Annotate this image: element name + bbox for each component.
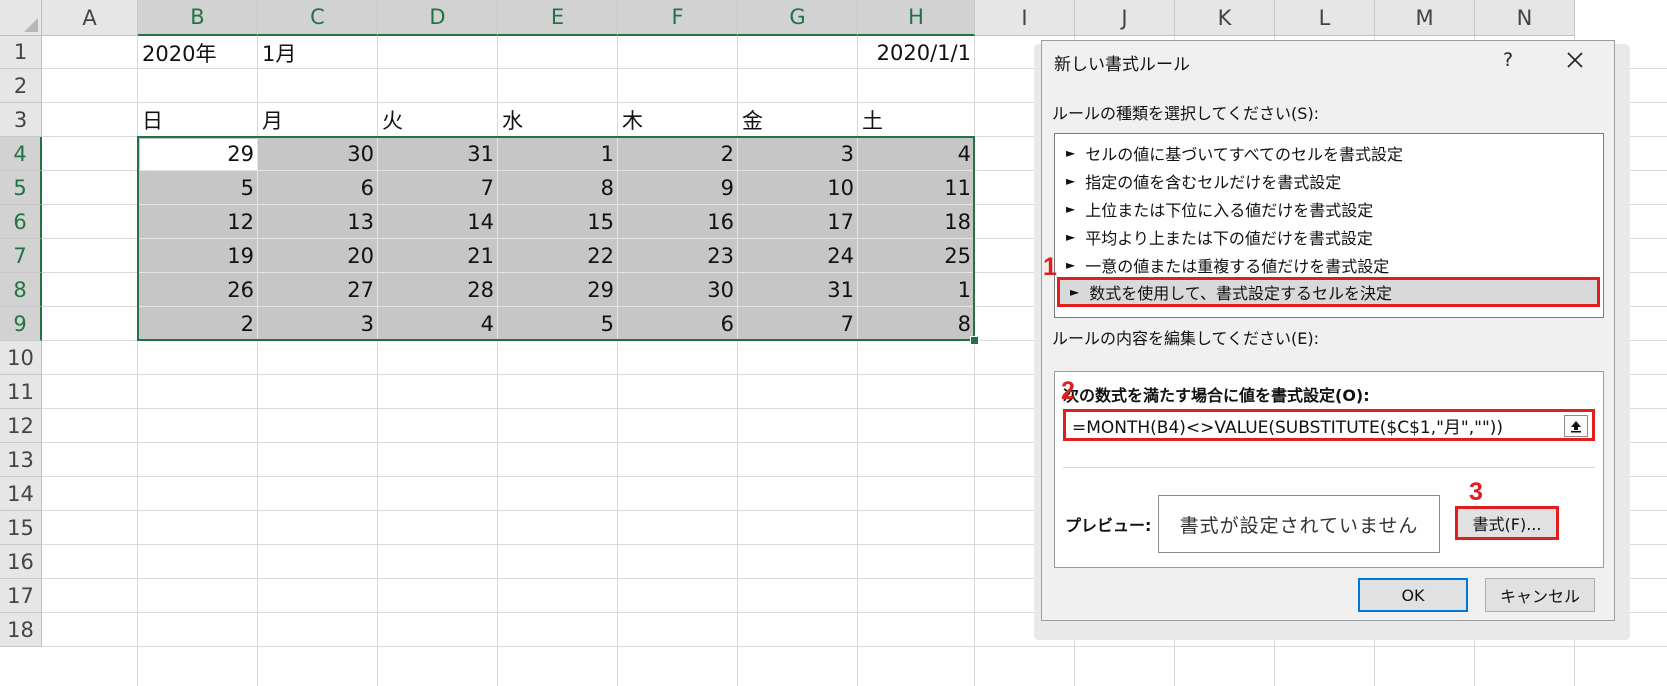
row-header-10[interactable]: 10 bbox=[0, 341, 42, 375]
row-header-3[interactable]: 3 bbox=[0, 103, 42, 137]
rule-arrow-icon: ► bbox=[1066, 202, 1076, 216]
rule-type-text: 一意の値または重複する値だけを書式設定 bbox=[1085, 257, 1390, 276]
weekday-cell[interactable]: 金 bbox=[738, 103, 858, 137]
preview-box: 書式が設定されていません bbox=[1158, 495, 1440, 553]
step-2-annotation: 2 bbox=[1061, 377, 1075, 405]
new-format-rule-dialog: 新しい書式ルール ? ルールの種類を選択してください(S): ► セルの値に基づい… bbox=[1041, 40, 1615, 621]
rule-type-list[interactable]: ► セルの値に基づいてすべてのセルを書式設定 ► 指定の値を含むセルだけを書式設定 ► 上… bbox=[1054, 133, 1604, 318]
rule-type-item[interactable]: ► 一意の値または重複する値だけを書式設定 bbox=[1056, 250, 1602, 280]
weekday-cell[interactable]: 土 bbox=[858, 103, 975, 137]
rule-type-text: 平均より上または下の値だけを書式設定 bbox=[1085, 229, 1373, 248]
weekday-cell[interactable]: 月 bbox=[258, 103, 378, 137]
column-header-i[interactable]: I bbox=[975, 0, 1075, 36]
column-header-l[interactable]: L bbox=[1275, 0, 1375, 36]
rule-type-item[interactable]: ► 平均より上または下の値だけを書式設定 bbox=[1056, 222, 1602, 252]
rule-arrow-icon: ► bbox=[1070, 285, 1080, 299]
weekday-cell[interactable]: 木 bbox=[618, 103, 738, 137]
selection-border bbox=[137, 136, 975, 341]
cell-c1[interactable]: 1月 bbox=[258, 36, 378, 69]
column-header-g[interactable]: G bbox=[738, 0, 858, 36]
column-header-f[interactable]: F bbox=[618, 0, 738, 36]
row-header-13[interactable]: 13 bbox=[0, 443, 42, 477]
cell-h1[interactable]: 2020/1/1 bbox=[855, 36, 975, 69]
weekday-cell[interactable]: 水 bbox=[498, 103, 618, 137]
formula-label: 次の数式を満たす場合に値を書式設定(O): bbox=[1063, 386, 1370, 405]
column-header-m[interactable]: M bbox=[1375, 0, 1475, 36]
row-header-8[interactable]: 8 bbox=[0, 273, 42, 307]
panel-separator bbox=[1063, 467, 1595, 468]
column-header-j[interactable]: J bbox=[1075, 0, 1175, 36]
collapse-dialog-icon[interactable] bbox=[1564, 415, 1588, 437]
rule-edit-panel: 次の数式を満たす場合に値を書式設定(O): =MONTH(B4)<>VALUE(… bbox=[1054, 371, 1604, 568]
weekday-cell[interactable]: 火 bbox=[378, 103, 498, 137]
column-header-c[interactable]: C bbox=[258, 0, 378, 36]
cancel-button[interactable]: キャンセル bbox=[1485, 578, 1595, 612]
select-all-triangle-icon bbox=[24, 18, 38, 32]
rule-arrow-icon: ► bbox=[1066, 258, 1076, 272]
cell-b1[interactable]: 2020年 bbox=[138, 36, 258, 69]
row-header-18[interactable]: 18 bbox=[0, 613, 42, 647]
row-header-7[interactable]: 7 bbox=[0, 239, 42, 273]
preview-label: プレビュー: bbox=[1065, 516, 1152, 535]
row-header-1[interactable]: 1 bbox=[0, 36, 42, 69]
formula-value: =MONTH(B4)<>VALUE(SUBSTITUTE($C$1,"月",""… bbox=[1072, 417, 1504, 438]
rule-type-label-text: ルールの種類を選択してください(S): bbox=[1052, 104, 1320, 123]
column-header-e[interactable]: E bbox=[498, 0, 618, 36]
close-icon[interactable] bbox=[1564, 49, 1586, 71]
row-header-6[interactable]: 6 bbox=[0, 205, 42, 239]
rule-arrow-icon: ► bbox=[1066, 174, 1076, 188]
column-header-b[interactable]: B bbox=[138, 0, 258, 36]
select-all-corner[interactable] bbox=[0, 0, 42, 36]
row-header-17[interactable]: 17 bbox=[0, 579, 42, 613]
edit-rule-label: ルールの内容を編集してください(E): bbox=[1052, 325, 1319, 349]
row-header-14[interactable]: 14 bbox=[0, 477, 42, 511]
ok-button[interactable]: OK bbox=[1358, 578, 1468, 612]
formula-input[interactable]: =MONTH(B4)<>VALUE(SUBSTITUTE($C$1,"月",""… bbox=[1063, 409, 1595, 441]
rule-type-item[interactable]: ► 数式を使用して、書式設定するセルを決定 bbox=[1057, 277, 1600, 307]
rule-arrow-icon: ► bbox=[1066, 146, 1076, 160]
row-header-15[interactable]: 15 bbox=[0, 511, 42, 545]
rule-type-text: 指定の値を含むセルだけを書式設定 bbox=[1085, 173, 1342, 192]
row-header-12[interactable]: 12 bbox=[0, 409, 42, 443]
rule-type-item[interactable]: ► 上位または下位に入る値だけを書式設定 bbox=[1056, 194, 1602, 224]
grid-hline bbox=[42, 646, 1667, 647]
column-header-a[interactable]: A bbox=[42, 0, 138, 36]
column-header-d[interactable]: D bbox=[378, 0, 498, 36]
row-header-11[interactable]: 11 bbox=[0, 375, 42, 409]
row-header-9[interactable]: 9 bbox=[0, 307, 42, 341]
dialog-title: 新しい書式ルール bbox=[1054, 55, 1190, 75]
rule-type-text: セルの値に基づいてすべてのセルを書式設定 bbox=[1085, 145, 1403, 164]
row-header-5[interactable]: 5 bbox=[0, 171, 42, 205]
help-button[interactable]: ? bbox=[1503, 49, 1513, 71]
step-1-annotation: 1 bbox=[1043, 253, 1057, 281]
rule-type-text: 上位または下位に入る値だけを書式設定 bbox=[1085, 201, 1374, 220]
fill-handle[interactable] bbox=[970, 336, 979, 345]
column-header-n[interactable]: N bbox=[1475, 0, 1575, 36]
format-button[interactable]: 書式(F)... bbox=[1455, 506, 1559, 540]
row-header-4[interactable]: 4 bbox=[0, 137, 42, 171]
step-3-annotation: 3 bbox=[1469, 478, 1483, 506]
rule-arrow-icon: ► bbox=[1066, 230, 1076, 244]
rule-type-text: 数式を使用して、書式設定するセルを決定 bbox=[1089, 284, 1392, 303]
rule-type-item[interactable]: ► セルの値に基づいてすべてのセルを書式設定 bbox=[1056, 138, 1602, 168]
rule-type-label: ルールの種類を選択してください(S): bbox=[1052, 100, 1319, 124]
column-header-k[interactable]: K bbox=[1175, 0, 1275, 36]
column-header-h[interactable]: H bbox=[858, 0, 975, 36]
row-header-2[interactable]: 2 bbox=[0, 69, 42, 103]
weekday-cell[interactable]: 日 bbox=[138, 103, 258, 137]
rule-type-item[interactable]: ► 指定の値を含むセルだけを書式設定 bbox=[1056, 166, 1602, 196]
edit-rule-label-text: ルールの内容を編集してください(E): bbox=[1052, 329, 1320, 348]
row-header-16[interactable]: 16 bbox=[0, 545, 42, 579]
